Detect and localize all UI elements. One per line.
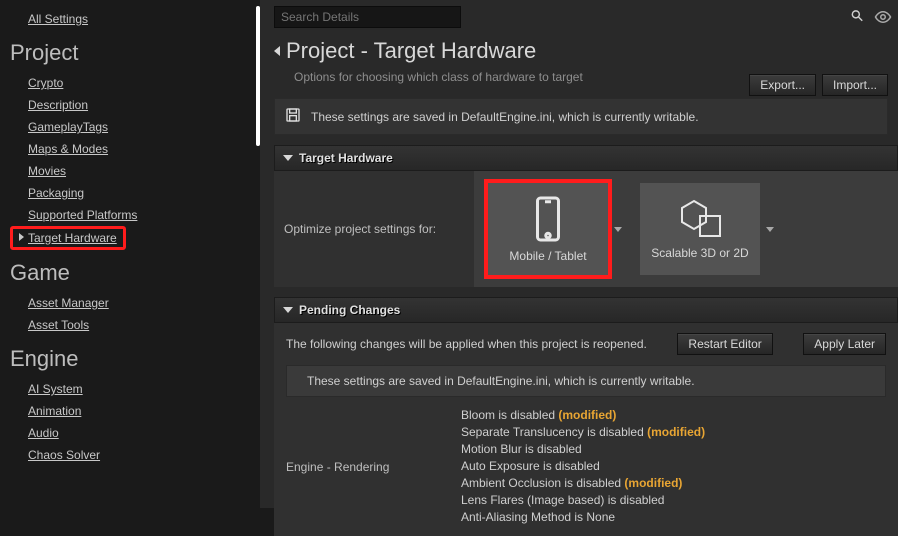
writable-notice-text: These settings are saved in DefaultEngin… <box>311 110 699 124</box>
sidebar-heading-game: Game <box>8 250 260 292</box>
change-line: Separate Translucency is disabled (modif… <box>461 424 886 441</box>
sidebar-link-asset-tools[interactable]: Asset Tools <box>28 314 260 336</box>
restart-editor-button[interactable]: Restart Editor <box>677 333 772 355</box>
sidebar-heading-engine: Engine <box>8 336 260 378</box>
card-scalable[interactable]: Scalable 3D or 2D <box>640 183 760 275</box>
page-title: Project - Target Hardware <box>286 38 536 64</box>
card-scalable-label: Scalable 3D or 2D <box>651 246 748 260</box>
search-icon[interactable] <box>850 9 864 26</box>
caret-right-icon <box>19 233 24 241</box>
section-pending-changes-header[interactable]: Pending Changes <box>274 297 898 323</box>
sidebar-link-asset-manager[interactable]: Asset Manager <box>28 292 260 314</box>
sidebar-link-maps-modes[interactable]: Maps & Modes <box>28 138 260 160</box>
optimize-for-label: Optimize project settings for: <box>274 171 474 287</box>
change-line: Auto Exposure is disabled <box>461 458 886 475</box>
import-button[interactable]: Import... <box>822 74 888 96</box>
sidebar-link-all-settings[interactable]: All Settings <box>28 8 260 30</box>
section-target-hardware-header[interactable]: Target Hardware <box>274 145 898 171</box>
apply-later-button[interactable]: Apply Later <box>803 333 886 355</box>
changes-list: Bloom is disabled (modified)Separate Tra… <box>461 407 886 526</box>
sidebar-link-description[interactable]: Description <box>28 94 260 116</box>
changes-group-label: Engine - Rendering <box>286 407 461 526</box>
sidebar-link-target-hardware[interactable]: Target Hardware <box>28 231 117 245</box>
export-button[interactable]: Export... <box>749 74 816 96</box>
eye-icon[interactable] <box>874 8 892 26</box>
caret-down-icon <box>283 155 293 161</box>
collapse-caret-icon[interactable] <box>274 46 280 56</box>
sidebar-link-movies[interactable]: Movies <box>28 160 260 182</box>
writable-notice-inner: These settings are saved in DefaultEngin… <box>286 365 886 397</box>
section-pending-changes-label: Pending Changes <box>299 303 400 317</box>
change-line: Ambient Occlusion is disabled (modified) <box>461 475 886 492</box>
section-target-hardware-label: Target Hardware <box>299 151 393 165</box>
caret-down-icon <box>283 307 293 313</box>
sidebar-link-chaos-solver[interactable]: Chaos Solver <box>28 444 260 466</box>
writable-notice-inner-text: These settings are saved in DefaultEngin… <box>307 374 695 388</box>
change-line: Bloom is disabled (modified) <box>461 407 886 424</box>
sidebar-link-packaging[interactable]: Packaging <box>28 182 260 204</box>
search-input[interactable] <box>274 6 461 28</box>
sidebar-link-ai-system[interactable]: AI System <box>28 378 260 400</box>
sidebar-link-audio[interactable]: Audio <box>28 422 260 444</box>
sidebar-link-crypto[interactable]: Crypto <box>28 72 260 94</box>
chevron-down-icon[interactable] <box>766 227 774 232</box>
sidebar-link-target-hardware-highlight: Target Hardware <box>10 226 126 250</box>
sidebar-link-animation[interactable]: Animation <box>28 400 260 422</box>
sidebar: All Settings Project Crypto Description … <box>0 0 260 508</box>
card-mobile-tablet-label: Mobile / Tablet <box>509 249 586 263</box>
pending-message: The following changes will be applied wh… <box>286 337 647 351</box>
change-line: Motion Blur is disabled <box>461 441 886 458</box>
sidebar-link-gameplaytags[interactable]: GameplayTags <box>28 116 260 138</box>
floppy-icon <box>285 107 301 126</box>
main-panel: Project - Target Hardware Options for ch… <box>260 0 898 508</box>
change-line: Anti-Aliasing Method is None <box>461 509 886 526</box>
sidebar-heading-project: Project <box>8 30 260 72</box>
writable-notice: These settings are saved in DefaultEngin… <box>274 98 888 135</box>
chevron-down-icon[interactable] <box>614 227 622 232</box>
change-line: Lens Flares (Image based) is disabled <box>461 492 886 509</box>
card-mobile-tablet[interactable]: Mobile / Tablet <box>488 183 608 275</box>
sidebar-link-supported-platforms[interactable]: Supported Platforms <box>28 204 260 226</box>
